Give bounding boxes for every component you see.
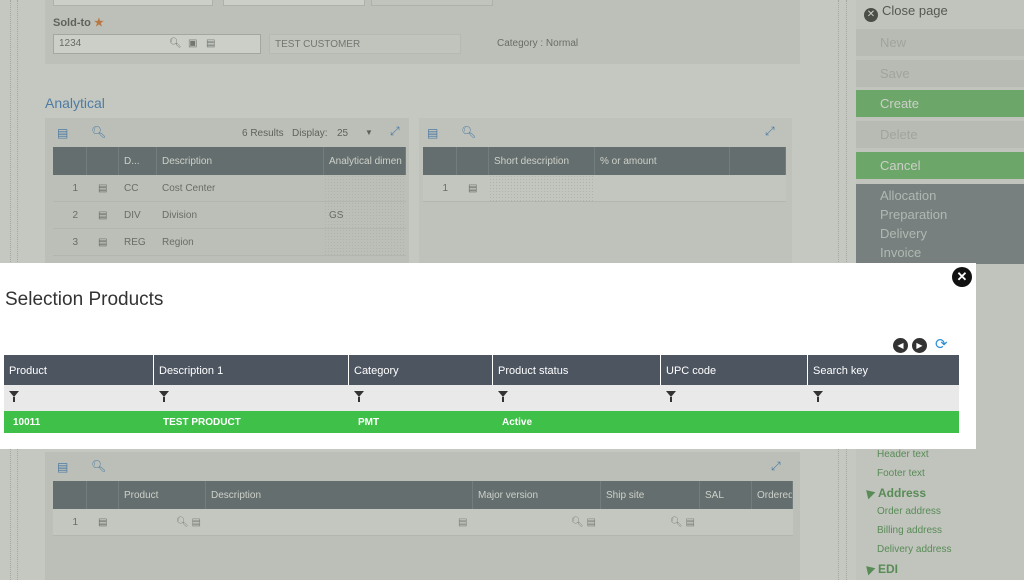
product-search-key — [808, 411, 959, 433]
filter-icon — [666, 391, 676, 402]
product-description: TEST PRODUCT — [163, 417, 241, 428]
table-row-selected[interactable]: 10011 TEST PRODUCT PMT Active — [4, 411, 959, 433]
column-header-status[interactable]: Product status — [493, 355, 661, 385]
filter-description[interactable] — [154, 385, 349, 411]
product-category: PMT — [358, 417, 380, 428]
column-header-category[interactable]: Category — [349, 355, 493, 385]
filter-row — [4, 385, 959, 411]
product-upc — [661, 411, 808, 433]
product-status: Active — [502, 417, 533, 428]
filter-upc[interactable] — [661, 385, 808, 411]
filter-search-key[interactable] — [808, 385, 959, 411]
filter-icon — [9, 391, 19, 402]
table-header: Product Description 1 Category Product s… — [4, 355, 959, 385]
filter-category[interactable] — [349, 385, 493, 411]
column-header-description[interactable]: Description 1 — [154, 355, 349, 385]
filter-icon — [354, 391, 364, 402]
filter-product[interactable] — [4, 385, 154, 411]
column-header-upc[interactable]: UPC code — [661, 355, 808, 385]
filter-icon — [813, 391, 823, 402]
filter-icon — [159, 391, 169, 402]
dialog-title: Selection Products — [5, 289, 164, 310]
close-icon[interactable]: ✕ — [952, 267, 972, 287]
product-code: 10011 — [13, 417, 41, 428]
prev-icon[interactable]: ◀ — [893, 338, 908, 353]
next-icon[interactable]: ▶ — [912, 338, 927, 353]
filter-status[interactable] — [493, 385, 661, 411]
filter-icon — [498, 391, 508, 402]
column-header-product[interactable]: Product — [4, 355, 154, 385]
column-header-search-key[interactable]: Search key — [808, 355, 959, 385]
refresh-icon[interactable]: ⟳ — [935, 335, 948, 353]
modal-backdrop — [976, 263, 1024, 449]
modal-backdrop — [0, 0, 1024, 263]
selection-products-dialog: Selection Products ✕ ◀ ▶ ⟳ Product Descr… — [0, 263, 976, 449]
modal-backdrop — [0, 449, 1024, 580]
